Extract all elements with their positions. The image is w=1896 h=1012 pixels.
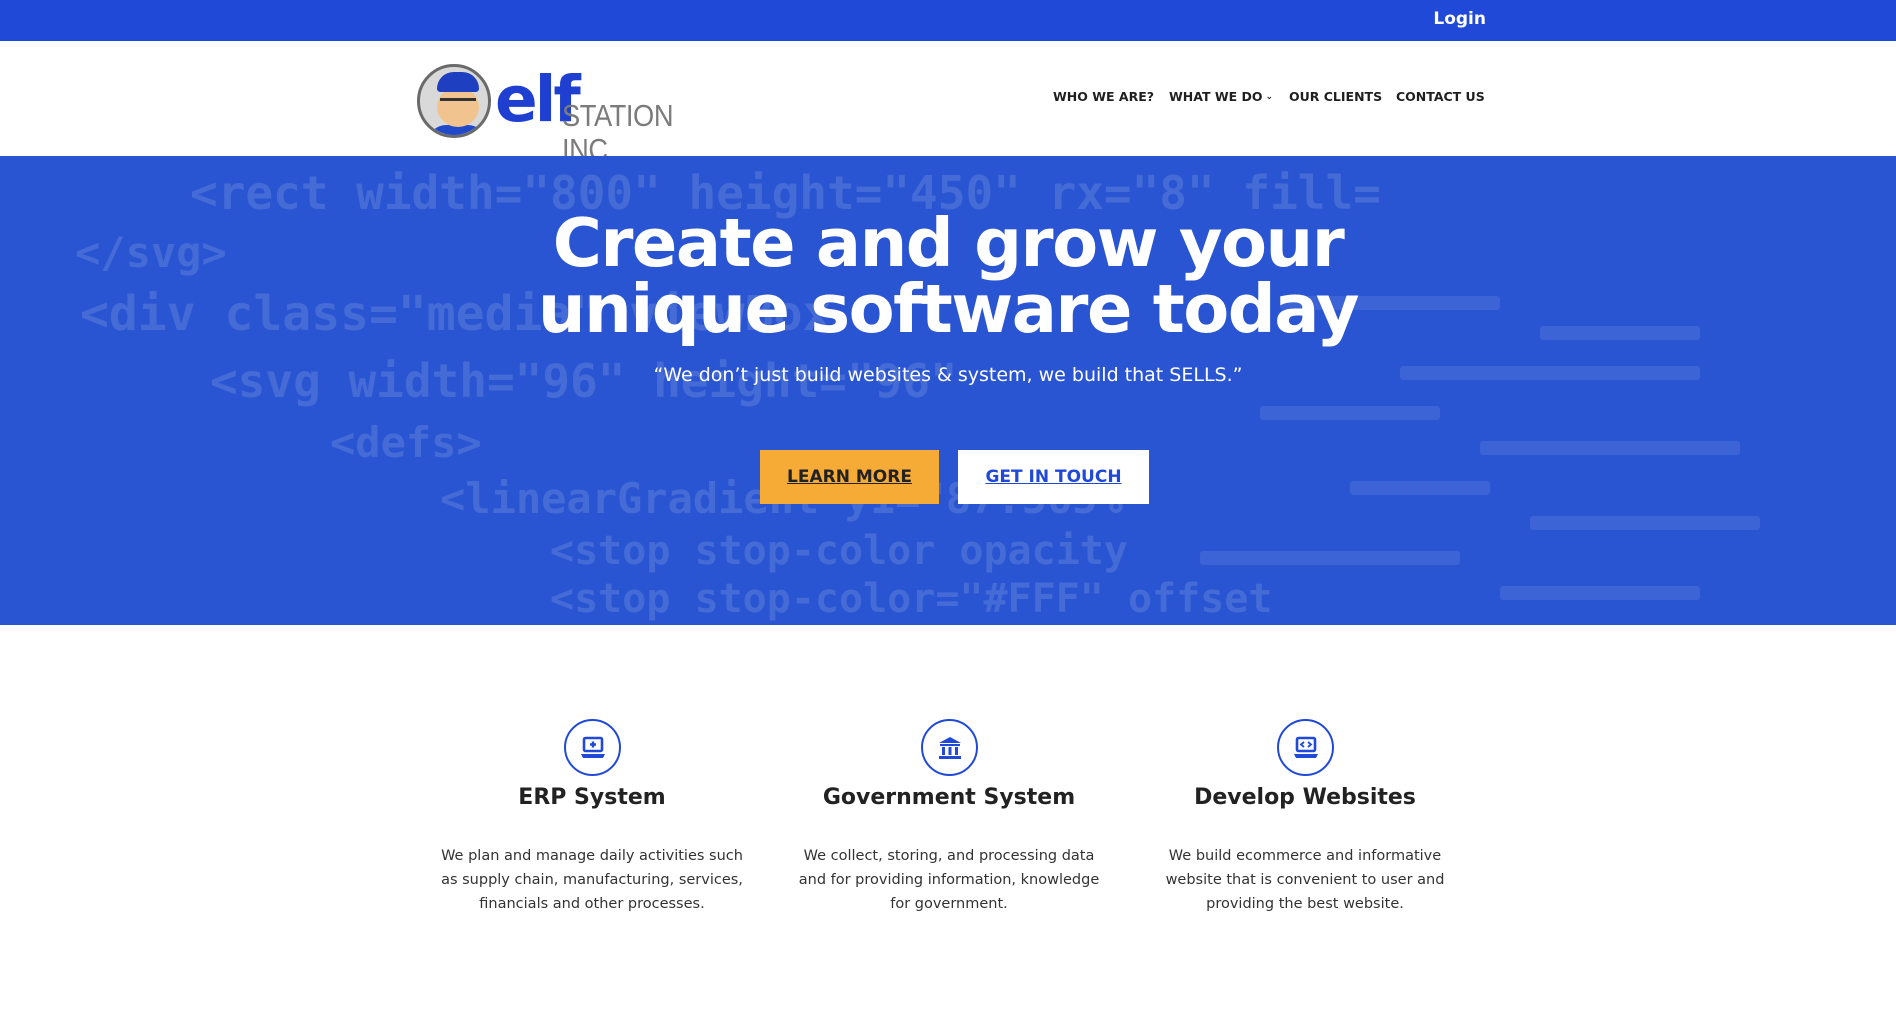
government-building-icon: [921, 719, 978, 776]
get-in-touch-button[interactable]: GET IN TOUCH: [958, 450, 1149, 504]
login-link[interactable]: Login: [1420, 9, 1486, 29]
nav-item-what-we-do[interactable]: WHAT WE DO ⌄: [1169, 89, 1273, 104]
nav-item-who-we-are[interactable]: WHO WE ARE?: [1053, 89, 1154, 104]
hero-title-line-2: unique software today: [537, 270, 1360, 348]
chevron-down-icon: ⌄: [1265, 92, 1274, 102]
hero-title: Create and grow your unique software tod…: [448, 210, 1448, 343]
services-section: ERP System We plan and manage daily acti…: [0, 625, 1896, 1012]
service-title: Government System: [822, 785, 1076, 810]
nav-item-contact-us[interactable]: CONTACT US: [1396, 89, 1485, 104]
site-logo[interactable]: elf STATION INC.: [417, 63, 747, 167]
top-bar: Login: [0, 0, 1896, 41]
laptop-code-icon: [1277, 719, 1334, 776]
service-description: We collect, storing, and processing data…: [798, 848, 1100, 912]
hero-tagline: “We don’t just build websites & system, …: [653, 364, 1243, 386]
service-description: We build ecommerce and informative websi…: [1165, 848, 1445, 912]
mascot-logo-icon: [417, 64, 491, 138]
service-title: Develop Websites: [1194, 785, 1416, 810]
site-header: elf STATION INC. WHO WE ARE? WHAT WE DO ⌄…: [0, 41, 1896, 167]
laptop-plus-icon: [564, 719, 621, 776]
nav-item-our-clients[interactable]: OUR CLIENTS: [1289, 89, 1382, 104]
learn-more-button[interactable]: LEARN MORE: [760, 450, 939, 504]
hero-section: <rect width="800" height="450" rx="8" fi…: [0, 156, 1896, 625]
nav-item-what-we-do-label: WHAT WE DO: [1169, 89, 1263, 104]
service-title: ERP System: [518, 785, 666, 810]
service-description: We plan and manage daily activities such…: [441, 848, 743, 912]
